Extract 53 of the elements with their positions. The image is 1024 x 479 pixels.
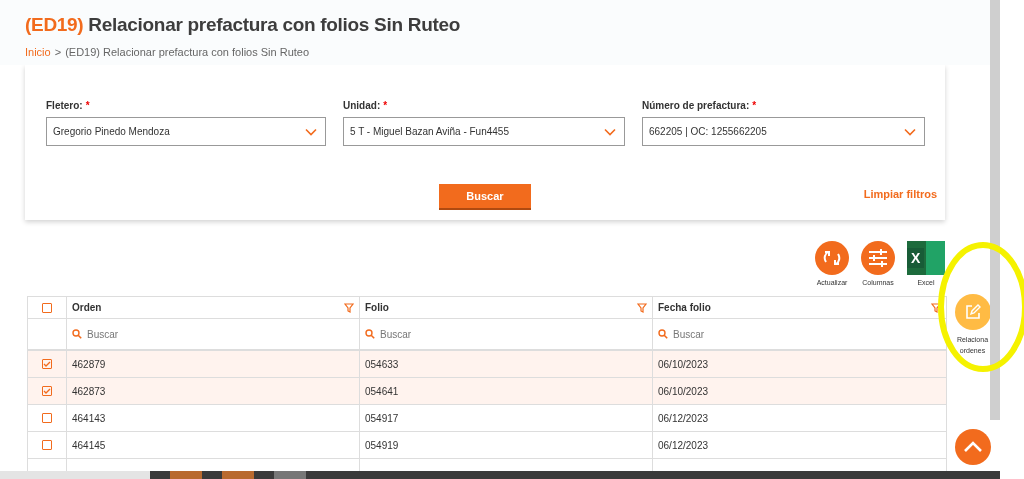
field-label: Fletero: *: [46, 100, 91, 111]
chevron-down-icon: [904, 127, 916, 136]
breadcrumb-current: (ED19) Relacionar prefactura con folios Sin Ruteo: [65, 46, 310, 58]
filter-icon[interactable]: [931, 302, 941, 313]
table-cell: 054633: [365, 358, 399, 370]
relate-orders-button[interactable]: [955, 294, 990, 330]
select-all-checkbox[interactable]: [42, 302, 52, 313]
row-checkbox[interactable]: [42, 359, 52, 369]
table-cell: 464145: [72, 439, 106, 451]
table-cell: 464143: [72, 412, 106, 424]
table-cell: 462879: [72, 358, 106, 370]
table-cell: 06/10/2023: [658, 385, 709, 397]
chevron-up-icon: [963, 441, 983, 453]
table-cell: 054641: [365, 385, 399, 397]
refresh-icon[interactable]: [815, 241, 849, 275]
column-search-field[interactable]: Buscar: [359, 319, 652, 349]
scroll-top-button[interactable]: [955, 429, 991, 465]
table-row[interactable]: 462879 054633 06/10/2023: [28, 351, 946, 378]
row-checkbox[interactable]: [42, 440, 52, 450]
search-icon: [365, 329, 375, 339]
dropdown-field[interactable]: Gregorio Pinedo Mendoza: [46, 117, 326, 146]
table-row[interactable]: 464145 054919 06/12/2023: [28, 432, 946, 459]
table-row[interactable]: 462873 054641 06/10/2023: [28, 378, 946, 405]
row-checkbox[interactable]: [42, 413, 52, 423]
column-header: Fecha folio: [658, 302, 711, 313]
row-checkbox[interactable]: [42, 386, 52, 396]
table-cell: 054919: [365, 439, 399, 451]
column-header: Orden: [72, 302, 102, 313]
search-icon: [72, 329, 82, 339]
table-row[interactable]: 464143 054917 06/12/2023: [28, 405, 946, 432]
scrollbar[interactable]: [990, 0, 1000, 420]
table-cell: 06/12/2023: [658, 412, 709, 424]
chevron-down-icon: [604, 127, 616, 136]
spreadsheet-icon[interactable]: X: [907, 241, 945, 275]
breadcrumb-separator: >: [54, 46, 62, 58]
filter-icon[interactable]: [637, 302, 647, 313]
sliders-icon[interactable]: [861, 241, 895, 275]
table-cell: 06/10/2023: [658, 358, 709, 370]
page-title: (ED19) Relacionar prefactura con folios Sin Ruteo: [25, 14, 462, 36]
column-search-field[interactable]: Buscar: [652, 319, 946, 349]
column-header: Folio: [365, 302, 389, 313]
dropdown-field[interactable]: 5 T - Miguel Bazan Aviña - Fun4455: [343, 117, 625, 146]
table-cell: 054917: [365, 412, 399, 424]
chevron-down-icon: [305, 127, 317, 136]
field-label: Número de prefactura: *: [642, 100, 758, 111]
field-label: Unidad: *: [343, 100, 389, 111]
filter-icon[interactable]: [344, 302, 354, 313]
search-icon: [658, 329, 668, 339]
table-cell: 06/12/2023: [658, 439, 709, 451]
table-cell: 462873: [72, 385, 106, 397]
column-search-field[interactable]: Buscar: [66, 319, 359, 349]
dropdown-field[interactable]: 662205 | OC: 1255662205: [642, 117, 925, 146]
edit-icon: [964, 304, 981, 320]
